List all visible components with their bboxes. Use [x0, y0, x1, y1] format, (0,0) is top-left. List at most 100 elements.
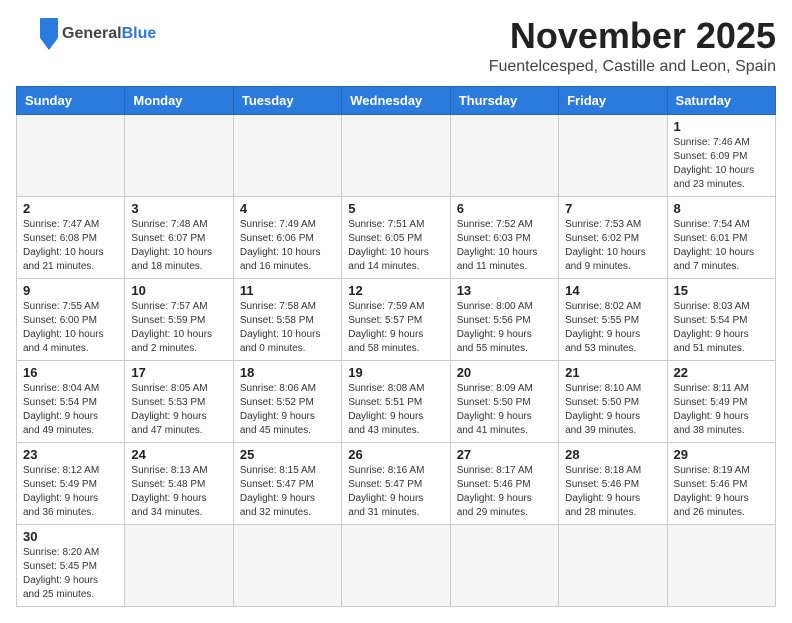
calendar-cell-30: 25Sunrise: 8:15 AM Sunset: 5:47 PM Dayli… [233, 442, 341, 524]
day-info: Sunrise: 7:53 AM Sunset: 6:02 PM Dayligh… [565, 218, 660, 274]
calendar-cell-19: 14 Sunrise: 8:02 AM Sunset: 5:55 PM Dayli… [559, 278, 667, 360]
day-number: 3 [131, 201, 226, 216]
day-number: 21 [565, 365, 660, 380]
day-number: 18 [240, 365, 335, 380]
day-number: 13 [457, 283, 552, 298]
weekday-header-saturday: Saturday [667, 86, 775, 114]
calendar-table: SundayMondayTuesdayWednesdayThursdayFrid… [16, 86, 776, 607]
calendar-cell-28: 23 Sunrise: 8:12 AM Sunset: 5:49 PM Dayli… [17, 442, 125, 524]
day-number: 23 [23, 447, 118, 462]
day-info: Sunrise: 7:49 AM Sunset: 6:06 PM Dayligh… [240, 218, 335, 274]
calendar-cell-9: 4 Sunrise: 7:49 AM Sunset: 6:06 PM Daylig… [233, 196, 341, 278]
day-number: 20 [457, 365, 552, 380]
calendar-cell-39 [450, 524, 558, 606]
calendar-row-1: 2Sunrise: 7:47 AM Sunset: 6:08 PM Daylig… [17, 196, 776, 278]
calendar-cell-8: 3Sunrise: 7:48 AM Sunset: 6:07 PM Daylig… [125, 196, 233, 278]
calendar-row-0: 1Sunrise: 7:46 AM Sunset: 6:09 PM Daylig… [17, 114, 776, 196]
calendar-cell-25: 20 Sunrise: 8:09 AM Sunset: 5:50 PM Dayli… [450, 360, 558, 442]
calendar-cell-18: 13 Sunrise: 8:00 AM Sunset: 5:56 PM Dayli… [450, 278, 558, 360]
day-number: 27 [457, 447, 552, 462]
day-number: 5 [348, 201, 443, 216]
day-number: 10 [131, 283, 226, 298]
calendar-cell-23: 18 Sunrise: 8:06 AM Sunset: 5:52 PM Dayli… [233, 360, 341, 442]
calendar-cell-24: 19 Sunrise: 8:08 AM Sunset: 5:51 PM Dayli… [342, 360, 450, 442]
calendar-cell-32: 27 Sunrise: 8:17 AM Sunset: 5:46 PM Dayli… [450, 442, 558, 524]
calendar-cell-34: 29 Sunrise: 8:19 AM Sunset: 5:46 PM Dayli… [667, 442, 775, 524]
weekday-header-monday: Monday [125, 86, 233, 114]
day-info: Sunrise: 8:04 AM Sunset: 5:54 PM Dayligh… [23, 382, 118, 438]
location-title: Fuentelcesped, Castille and Leon, Spain [489, 58, 776, 76]
calendar-cell-0 [17, 114, 125, 196]
day-info: Sunrise: 8:00 AM Sunset: 5:56 PM Dayligh… [457, 300, 552, 356]
day-number: 9 [23, 283, 118, 298]
calendar-cell-20: 15 Sunrise: 8:03 AM Sunset: 5:54 PM Dayli… [667, 278, 775, 360]
day-info: Sunrise: 8:06 AM Sunset: 5:52 PM Dayligh… [240, 382, 335, 438]
calendar-cell-6: 1Sunrise: 7:46 AM Sunset: 6:09 PM Daylig… [667, 114, 775, 196]
day-number: 16 [23, 365, 118, 380]
day-info: Sunrise: 8:02 AM Sunset: 5:55 PM Dayligh… [565, 300, 660, 356]
day-info: Sunrise: 8:10 AM Sunset: 5:50 PM Dayligh… [565, 382, 660, 438]
day-info: Sunrise: 8:05 AM Sunset: 5:53 PM Dayligh… [131, 382, 226, 438]
calendar-row-4: 23 Sunrise: 8:12 AM Sunset: 5:49 PM Dayli… [17, 442, 776, 524]
day-info: Sunrise: 7:59 AM Sunset: 5:57 PM Dayligh… [348, 300, 443, 356]
day-info: Sunrise: 7:58 AM Sunset: 5:58 PM Dayligh… [240, 300, 335, 356]
calendar-cell-27: 22 Sunrise: 8:11 AM Sunset: 5:49 PM Dayli… [667, 360, 775, 442]
weekday-header-tuesday: Tuesday [233, 86, 341, 114]
day-number: 15 [674, 283, 769, 298]
calendar-row-3: 16 Sunrise: 8:04 AM Sunset: 5:54 PM Dayli… [17, 360, 776, 442]
day-number: 19 [348, 365, 443, 380]
calendar-cell-10: 5 Sunrise: 7:51 AM Sunset: 6:05 PM Daylig… [342, 196, 450, 278]
day-number: 29 [674, 447, 769, 462]
day-number: 28 [565, 447, 660, 462]
calendar-cell-31: 26Sunrise: 8:16 AM Sunset: 5:47 PM Dayli… [342, 442, 450, 524]
calendar-cell-35: 30Sunrise: 8:20 AM Sunset: 5:45 PM Dayli… [17, 524, 125, 606]
day-info: Sunrise: 8:17 AM Sunset: 5:46 PM Dayligh… [457, 464, 552, 520]
calendar-cell-26: 21 Sunrise: 8:10 AM Sunset: 5:50 PM Dayli… [559, 360, 667, 442]
weekday-header-wednesday: Wednesday [342, 86, 450, 114]
day-info: Sunrise: 7:54 AM Sunset: 6:01 PM Dayligh… [674, 218, 769, 274]
calendar-cell-13: 8 Sunrise: 7:54 AM Sunset: 6:01 PM Daylig… [667, 196, 775, 278]
day-number: 8 [674, 201, 769, 216]
calendar-cell-4 [450, 114, 558, 196]
weekday-header-thursday: Thursday [450, 86, 558, 114]
calendar-cell-3 [342, 114, 450, 196]
page-header: GeneralBlue November 2025 Fuentelcesped,… [16, 16, 776, 76]
calendar-cell-5 [559, 114, 667, 196]
day-info: Sunrise: 8:11 AM Sunset: 5:49 PM Dayligh… [674, 382, 769, 438]
calendar-cell-14: 9 Sunrise: 7:55 AM Sunset: 6:00 PM Daylig… [17, 278, 125, 360]
day-info: Sunrise: 8:19 AM Sunset: 5:46 PM Dayligh… [674, 464, 769, 520]
calendar-cell-37 [233, 524, 341, 606]
day-info: Sunrise: 7:52 AM Sunset: 6:03 PM Dayligh… [457, 218, 552, 274]
calendar-cell-17: 12 Sunrise: 7:59 AM Sunset: 5:57 PM Dayli… [342, 278, 450, 360]
day-number: 26 [348, 447, 443, 462]
day-info: Sunrise: 8:09 AM Sunset: 5:50 PM Dayligh… [457, 382, 552, 438]
day-info: Sunrise: 7:51 AM Sunset: 6:05 PM Dayligh… [348, 218, 443, 274]
weekday-header-sunday: Sunday [17, 86, 125, 114]
day-info: Sunrise: 8:03 AM Sunset: 5:54 PM Dayligh… [674, 300, 769, 356]
day-number: 1 [674, 119, 769, 134]
day-number: 11 [240, 283, 335, 298]
weekday-header-friday: Friday [559, 86, 667, 114]
day-info: Sunrise: 8:15 AM Sunset: 5:47 PM Dayligh… [240, 464, 335, 520]
calendar-cell-16: 11 Sunrise: 7:58 AM Sunset: 5:58 PM Dayli… [233, 278, 341, 360]
calendar-cell-36 [125, 524, 233, 606]
day-number: 6 [457, 201, 552, 216]
day-number: 4 [240, 201, 335, 216]
day-number: 12 [348, 283, 443, 298]
day-info: Sunrise: 8:20 AM Sunset: 5:45 PM Dayligh… [23, 546, 118, 602]
calendar-cell-12: 7Sunrise: 7:53 AM Sunset: 6:02 PM Daylig… [559, 196, 667, 278]
day-number: 2 [23, 201, 118, 216]
day-info: Sunrise: 7:55 AM Sunset: 6:00 PM Dayligh… [23, 300, 118, 356]
day-number: 14 [565, 283, 660, 298]
calendar-row-2: 9 Sunrise: 7:55 AM Sunset: 6:00 PM Daylig… [17, 278, 776, 360]
day-info: Sunrise: 8:08 AM Sunset: 5:51 PM Dayligh… [348, 382, 443, 438]
day-info: Sunrise: 8:18 AM Sunset: 5:46 PM Dayligh… [565, 464, 660, 520]
day-number: 24 [131, 447, 226, 462]
day-info: Sunrise: 7:57 AM Sunset: 5:59 PM Dayligh… [131, 300, 226, 356]
day-info: Sunrise: 8:12 AM Sunset: 5:49 PM Dayligh… [23, 464, 118, 520]
calendar-cell-22: 17Sunrise: 8:05 AM Sunset: 5:53 PM Dayli… [125, 360, 233, 442]
calendar-title-area: November 2025 Fuentelcesped, Castille an… [489, 16, 776, 76]
calendar-cell-21: 16 Sunrise: 8:04 AM Sunset: 5:54 PM Dayli… [17, 360, 125, 442]
calendar-cell-41 [667, 524, 775, 606]
day-number: 22 [674, 365, 769, 380]
